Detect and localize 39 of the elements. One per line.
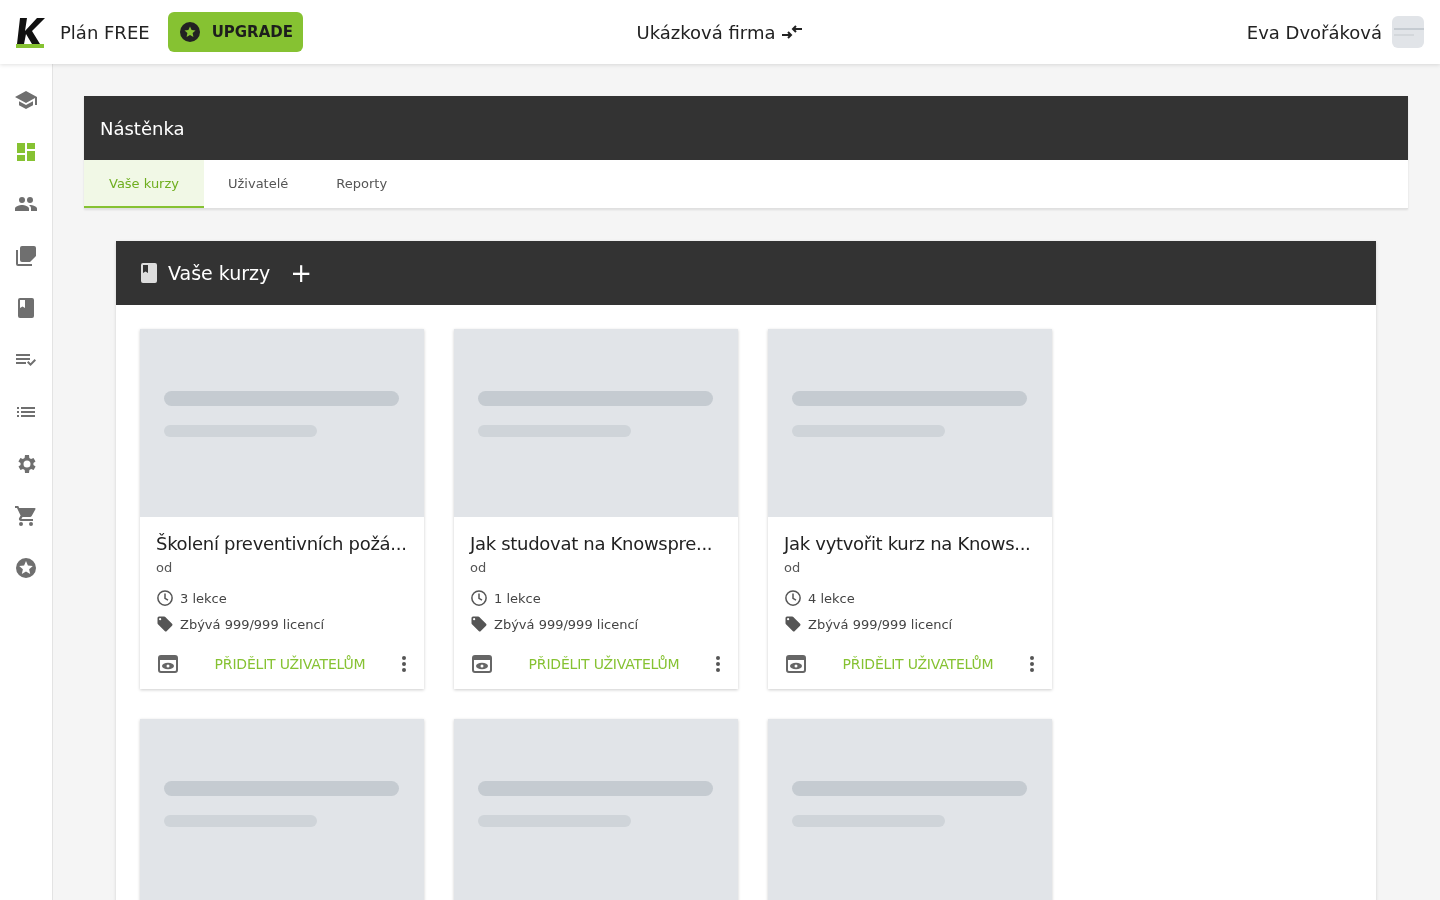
clock-icon xyxy=(784,589,802,607)
tab[interactable]: Uživatelé xyxy=(204,160,313,208)
page-title: Nástěnka xyxy=(100,117,185,139)
tag-icon xyxy=(784,615,802,633)
book-icon xyxy=(140,263,158,283)
preview-icon[interactable] xyxy=(470,653,494,675)
course-card[interactable]: Jak studovat na Knowspre... od 1 lekce Zbývá 999/999 licencí PŘIDĚLIT UŽIVATELŮM xyxy=(454,329,738,689)
add-course-button[interactable]: + xyxy=(286,260,317,286)
clock-icon xyxy=(470,589,488,607)
course-author: od xyxy=(156,560,174,575)
more-options-icon[interactable] xyxy=(1028,654,1036,674)
more-options-icon[interactable] xyxy=(714,654,722,674)
preview-icon[interactable] xyxy=(784,653,808,675)
tag-icon xyxy=(470,615,488,633)
course-title[interactable]: Jak vytvořit kurz na Knows... xyxy=(784,533,1036,554)
logo-icon[interactable] xyxy=(16,16,46,48)
course-title[interactable]: Jak studovat na Knowspre... xyxy=(470,533,722,554)
course-card[interactable]: Školení preventivních požá... od 3 lekce Zbývá 999/999 licencí PŘIDĚLIT UŽIVATELŮM xyxy=(140,329,424,689)
license-count: Zbývá 999/999 licencí xyxy=(808,616,953,632)
courses-title: Vaše kurzy xyxy=(168,262,271,284)
plan-label: Plán FREE xyxy=(60,21,150,43)
course-author: od xyxy=(784,560,802,575)
preview-icon[interactable] xyxy=(156,653,180,675)
swap-arrows-icon xyxy=(781,25,804,39)
course-title[interactable]: Školení preventivních požá... xyxy=(156,533,408,554)
license-count: Zbývá 999/999 licencí xyxy=(494,616,639,632)
clock-icon xyxy=(156,589,174,607)
tab[interactable]: Reporty xyxy=(312,160,412,208)
lesson-count: 1 lekce xyxy=(494,590,541,606)
lesson-count: 4 lekce xyxy=(808,590,855,606)
lesson-count: 3 lekce xyxy=(180,590,227,606)
course-author: od xyxy=(470,560,488,575)
more-options-icon[interactable] xyxy=(400,654,408,674)
license-count: Zbývá 999/999 licencí xyxy=(180,616,325,632)
course-card[interactable]: Jak vytvořit kurz na Knows... od 4 lekce Zbývá 999/999 licencí PŘIDĚLIT UŽIVATELŮM xyxy=(768,329,1052,689)
tag-icon xyxy=(156,615,174,633)
user-name[interactable]: Eva Dvořáková xyxy=(1246,21,1382,43)
company-switcher[interactable]: Ukázková firma xyxy=(630,20,810,44)
upgrade-button[interactable]: UPGRADE xyxy=(167,12,303,52)
